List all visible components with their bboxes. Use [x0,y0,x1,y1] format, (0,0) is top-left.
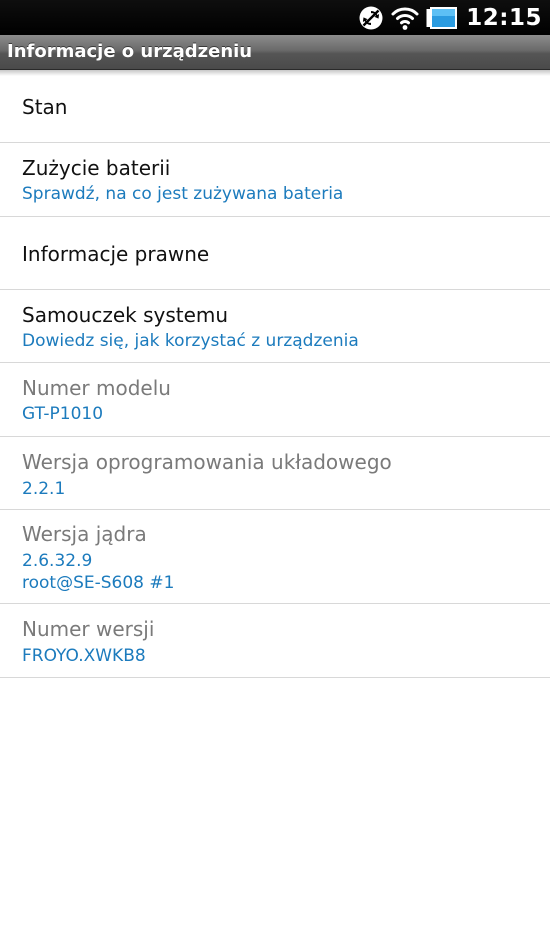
list-item-summary: GT-P1010 [22,404,104,424]
list-item-title: Wersja jądra [22,522,147,546]
page-title: Informacje o urządzeniu [7,41,253,62]
list-item-legal-info[interactable]: Informacje prawne [0,217,550,290]
list-item-title: Stan [22,95,68,119]
list-item-summary: FROYO.XWKB8 [22,646,146,666]
list-item-summary: 2.2.1 [22,479,66,499]
list-item-summary: Sprawdź, na co jest zużywana bateria [22,184,344,204]
list-item-model-number: Numer modelu GT-P1010 [0,363,550,437]
list-item-title: Informacje prawne [22,242,210,266]
list-item-title: Samouczek systemu [22,303,229,327]
battery-icon [426,6,458,30]
list-item-system-tutorial[interactable]: Samouczek systemu Dowiedz się, jak korzy… [0,290,550,363]
status-bar: 12:15 [0,0,550,35]
list-item-firmware-version: Wersja oprogramowania układowego 2.2.1 [0,437,550,510]
list-item-build-number: Numer wersji FROYO.XWKB8 [0,604,550,678]
list-item-kernel-version: Wersja jądra 2.6.32.9 root@SE-S608 #1 [0,510,550,604]
app-screen: 12:15 Informacje o urządzeniu Stan Zużyc… [0,0,550,939]
title-bar: Informacje o urządzeniu [0,35,550,70]
sync-off-icon [358,5,384,31]
list-item-stan[interactable]: Stan [0,70,550,143]
title-bar-shadow [0,70,550,76]
list-item-summary-line2: root@SE-S608 #1 [22,573,175,593]
status-clock: 12:15 [466,4,542,31]
list-item-title: Wersja oprogramowania układowego [22,450,392,474]
list-item-title: Numer wersji [22,617,155,641]
wifi-icon [390,5,420,31]
list-item-summary: Dowiedz się, jak korzystać z urządzenia [22,331,359,351]
list-item-title: Zużycie baterii [22,156,171,180]
list-item-battery-usage[interactable]: Zużycie baterii Sprawdź, na co jest zuży… [0,143,550,217]
settings-list: Stan Zużycie baterii Sprawdź, na co jest… [0,70,550,678]
list-item-summary: 2.6.32.9 [22,551,93,571]
list-item-title: Numer modelu [22,376,171,400]
